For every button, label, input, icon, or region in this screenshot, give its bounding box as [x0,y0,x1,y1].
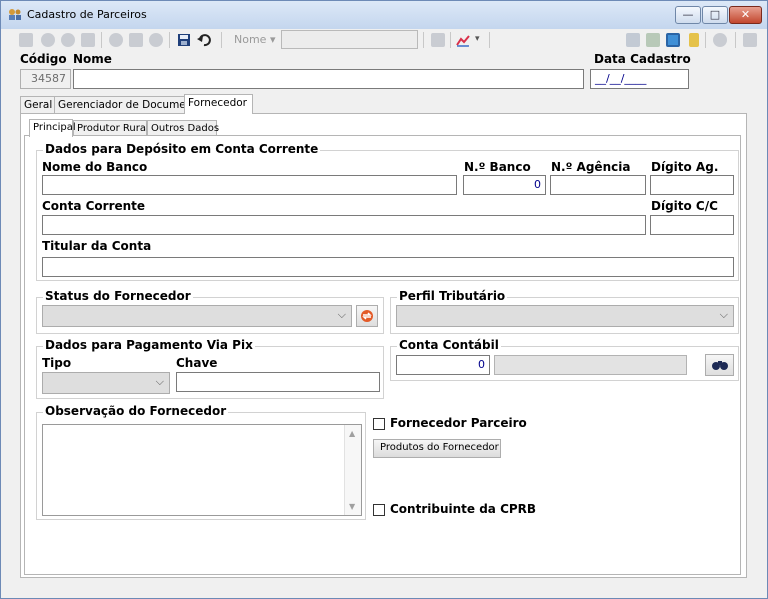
conta-contabil-descricao [494,355,687,375]
toolbar-separator [221,32,222,48]
nro-banco-label: N.º Banco [464,160,531,174]
status-refresh-button[interactable] [356,305,378,327]
tab-geral[interactable]: Geral [20,96,55,114]
pix-chave-label: Chave [176,356,218,370]
toolbar-separator [705,32,706,48]
list-icon[interactable] [81,33,95,47]
status-group-label: Status do Fornecedor [43,289,193,303]
codigo-label: Código [20,52,67,66]
nome-banco-label: Nome do Banco [42,160,148,174]
nro-banco-field[interactable]: 0 [463,175,546,195]
subtab-principal[interactable]: Principal [29,119,76,137]
toolbar-separator [423,32,424,48]
main-window: Cadastro de Parceiros — □ ✕ Nome ▾ ▾ Cód… [0,0,768,599]
nome-search-input[interactable] [281,30,418,49]
chart-dropdown-arrow[interactable]: ▾ [475,34,480,44]
tab-gerenciador-documentos[interactable]: Gerenciador de Documentos [54,96,208,114]
digito-ag-label: Dígito Ag. [651,160,719,174]
chevron-down-icon: ⌵ [719,308,728,321]
titular-conta-label: Titular da Conta [42,239,152,253]
toolbar-separator [101,32,102,48]
toolbar-separator [169,32,170,48]
undo-icon[interactable] [197,33,211,47]
minimize-button[interactable]: — [675,6,701,24]
filter-icon[interactable] [689,33,699,47]
conta-contabil-field[interactable]: 0 [396,355,490,375]
settings-icon[interactable] [646,33,660,47]
scroll-down-icon[interactable]: ▼ [349,502,355,511]
perfil-select[interactable]: ⌵ [396,305,734,327]
cprb-checkbox[interactable] [373,504,385,516]
nome-search-label[interactable]: Nome ▾ [234,33,275,46]
nome-label: Nome [73,52,112,66]
observacao-group-label: Observação do Fornecedor [43,404,229,418]
scroll-up-icon[interactable]: ▲ [349,429,355,438]
toolbar: Nome ▾ ▾ [1,29,767,51]
pix-group-label: Dados para Pagamento Via Pix [43,338,255,352]
cprb-label: Contribuinte da CPRB [390,502,537,516]
close-button[interactable]: ✕ [729,6,762,24]
new-icon[interactable] [19,33,33,47]
save-icon[interactable] [177,33,191,47]
conta-contabil-group-label: Conta Contábil [397,338,501,352]
title-bar: Cadastro de Parceiros — □ ✕ [1,1,767,29]
codigo-field: 34587 [20,69,71,89]
card-icon[interactable] [626,33,640,47]
tab-fornecedor[interactable]: Fornecedor [184,94,253,114]
observacao-textarea[interactable]: ▲ ▼ [42,424,362,516]
chevron-down-icon: ⌵ [155,375,164,388]
binoculars-icon [711,361,728,370]
pix-tipo-label: Tipo [42,356,72,370]
status-select[interactable]: ⌵ [42,305,352,327]
exit-icon[interactable] [743,33,757,47]
chevron-down-icon: ⌵ [337,308,346,321]
swap-icon [361,310,373,322]
digito-cc-field[interactable] [650,215,734,235]
toolbar-separator [735,32,736,48]
data-cadastro-label: Data Cadastro [594,52,691,66]
conta-corrente-field[interactable] [42,215,646,235]
delete-icon[interactable] [149,33,163,47]
toolbar-separator [450,32,451,48]
nro-agencia-field[interactable] [550,175,646,195]
app-icon [9,9,21,20]
edit-icon[interactable] [129,33,143,47]
toolbar-separator [489,32,490,48]
conta-contabil-search-button[interactable] [705,354,734,376]
deposito-group-label: Dados para Depósito em Conta Corrente [43,142,321,156]
chart-icon[interactable] [456,33,470,47]
fornecedor-parceiro-checkbox[interactable] [373,418,385,430]
grid-icon[interactable] [431,33,445,47]
nome-banco-field[interactable] [42,175,457,195]
digito-ag-field[interactable] [650,175,734,195]
maximize-button[interactable]: □ [702,6,728,24]
previous-icon[interactable] [41,33,55,47]
titular-conta-field[interactable] [42,257,734,277]
pix-chave-field[interactable] [176,372,380,392]
nro-agencia-label: N.º Agência [551,160,631,174]
fornecedor-parceiro-label: Fornecedor Parceiro [390,416,527,430]
user-icon[interactable] [713,33,727,47]
observacao-scrollbar[interactable]: ▲ ▼ [344,425,361,515]
pix-tipo-select[interactable]: ⌵ [42,372,170,394]
digito-cc-label: Dígito C/C [651,199,718,213]
add-icon[interactable] [109,33,123,47]
data-cadastro-field[interactable]: __/__/____ [590,69,689,89]
refresh-icon[interactable] [666,33,680,47]
conta-corrente-label: Conta Corrente [42,199,146,213]
produtos-fornecedor-button[interactable]: Produtos do Fornecedor [373,439,501,458]
perfil-group-label: Perfil Tributário [397,289,508,303]
next-icon[interactable] [61,33,75,47]
nome-field[interactable] [73,69,584,89]
window-title: Cadastro de Parceiros [27,8,147,21]
